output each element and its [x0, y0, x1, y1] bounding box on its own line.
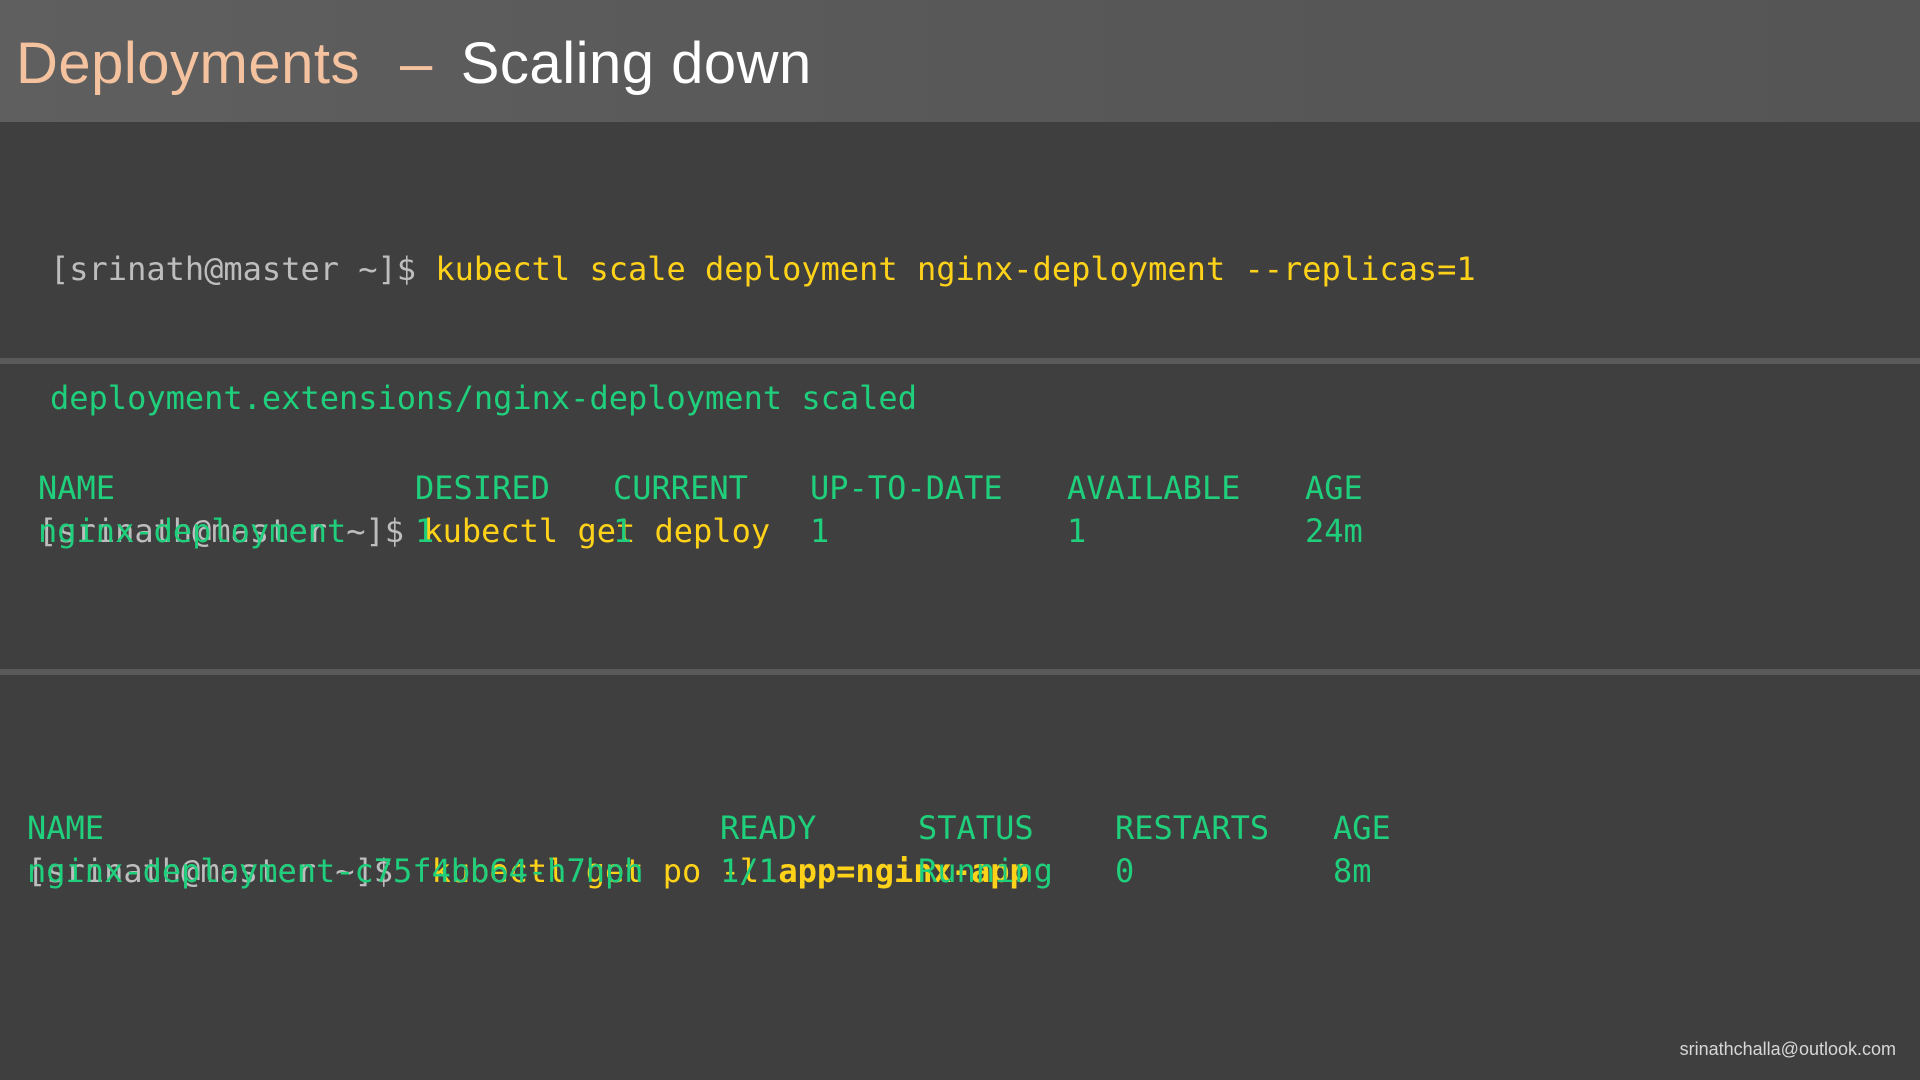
- terminal-block-get-deploy: [srinath@master ~]$ kubectl get deploy N…: [38, 424, 1538, 564]
- shell-prompt: [srinath@master ~]$: [50, 250, 417, 288]
- cell-status: Running: [918, 852, 1053, 890]
- column-header-status: STATUS: [918, 809, 1034, 847]
- table-row: nginx-deployment 1 1 1 1 24m: [38, 510, 1538, 553]
- terminal-block-get-pods: [srinath@master ~]$ kubectl get po -l ap…: [27, 764, 1527, 904]
- column-header-available: AVAILABLE: [1067, 469, 1241, 507]
- cell-name: nginx-deployment: [38, 512, 347, 550]
- column-header-name: NAME: [38, 469, 116, 507]
- section-divider: [0, 358, 1920, 364]
- cell-desired: 1: [415, 512, 435, 550]
- cell-up-to-date: 1: [810, 512, 830, 550]
- title-dash: –: [399, 31, 433, 96]
- slide-title: Deployments – Scaling down: [16, 30, 812, 97]
- cell-current: 1: [613, 512, 633, 550]
- column-header-current: CURRENT: [613, 469, 748, 507]
- slide: Deployments – Scaling down [srinath@master…: [0, 0, 1920, 1080]
- column-header-age: AGE: [1333, 809, 1391, 847]
- command-output: deployment.extensions/nginx-deployment s…: [50, 379, 917, 417]
- table-header: NAME READY STATUS RESTARTS AGE: [27, 807, 1527, 850]
- table-header: NAME DESIRED CURRENT UP-TO-DATE AVAILABL…: [38, 467, 1538, 510]
- column-header-up-to-date: UP-TO-DATE: [810, 469, 1003, 507]
- cell-age: 8m: [1333, 852, 1372, 890]
- section-divider: [0, 669, 1920, 675]
- column-header-restarts: RESTARTS: [1115, 809, 1270, 847]
- author-watermark: srinathchalla@outlook.com: [1679, 1039, 1896, 1059]
- table-row: nginx-deployment-c75f4bb64-h7hph 1/1 Run…: [27, 850, 1527, 893]
- cell-restarts: 0: [1115, 852, 1135, 890]
- cell-available: 1: [1067, 512, 1087, 550]
- cell-name: nginx-deployment-c75f4bb64-h7hph: [27, 852, 644, 890]
- cell-age: 24m: [1305, 512, 1363, 550]
- title-main: Deployments: [16, 31, 360, 96]
- cell-ready: 1/1: [720, 852, 778, 890]
- column-header-age: AGE: [1305, 469, 1363, 507]
- column-header-desired: DESIRED: [415, 469, 550, 507]
- command-text: kubectl scale deployment nginx-deploymen…: [435, 250, 1476, 288]
- title-bar: Deployments – Scaling down: [0, 0, 1920, 122]
- title-subtitle: Scaling down: [460, 31, 812, 96]
- column-header-ready: READY: [720, 809, 817, 847]
- column-header-name: NAME: [27, 809, 105, 847]
- command-line: [srinath@master ~]$ kubectl scale deploy…: [50, 248, 1476, 291]
